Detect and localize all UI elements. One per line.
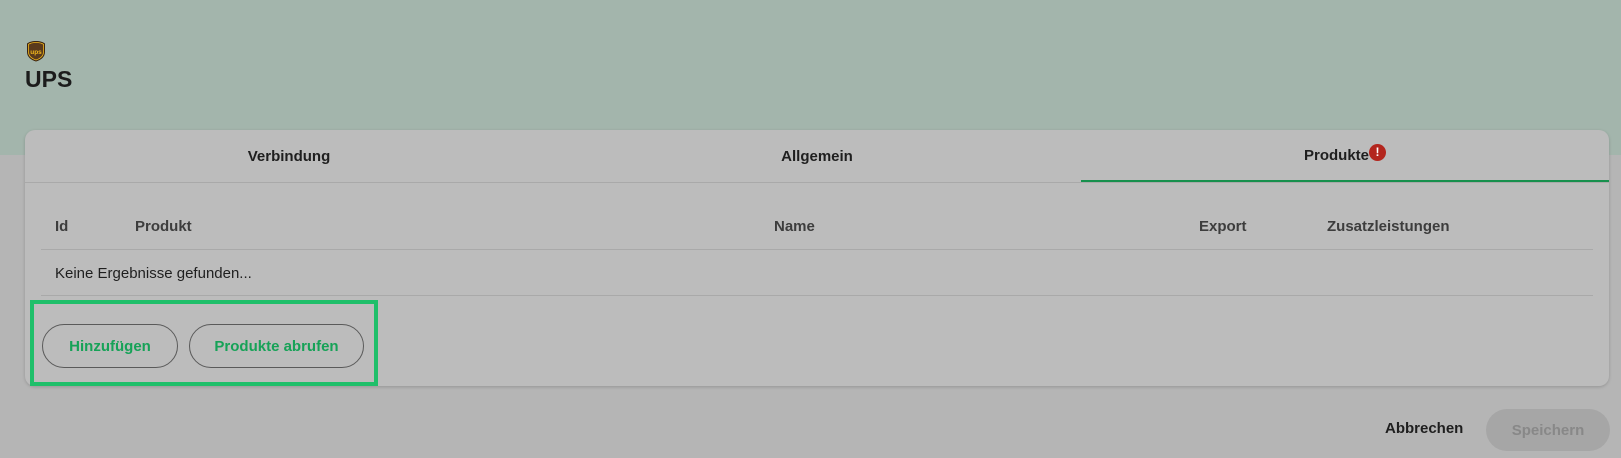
- tab-label: Produkte: [1303, 146, 1369, 164]
- column-header-export[interactable]: Export: [1199, 218, 1247, 235]
- page-title: UPS: [25, 66, 73, 92]
- column-header-name[interactable]: Name: [774, 218, 815, 235]
- tab-bar: Verbindung Allgemein Produkte !: [25, 130, 1609, 183]
- cancel-button[interactable]: Abbrechen: [1385, 420, 1463, 437]
- tab-label: Verbindung: [247, 147, 331, 165]
- add-button[interactable]: Hinzufügen: [42, 324, 178, 368]
- column-header-id[interactable]: Id: [55, 218, 68, 235]
- column-header-zusatzleistungen[interactable]: Zusatzleistungen: [1327, 218, 1450, 235]
- fetch-products-button[interactable]: Produkte abrufen: [189, 324, 364, 368]
- svg-text:ups: ups: [30, 49, 42, 56]
- ups-logo-icon: ups: [26, 40, 46, 62]
- column-header-produkt[interactable]: Produkt: [135, 218, 192, 235]
- tab-allgemein[interactable]: Allgemein: [553, 130, 1081, 182]
- tab-produkte[interactable]: Produkte !: [1081, 130, 1609, 182]
- alert-badge-icon: !: [1369, 143, 1386, 161]
- empty-message: Keine Ergebnisse gefunden...: [55, 265, 252, 282]
- empty-result-row: Keine Ergebnisse gefunden...: [41, 251, 1593, 296]
- save-button[interactable]: Speichern: [1486, 409, 1610, 451]
- page: ups UPS Verbindung Allgemein Produkte ! …: [0, 0, 1621, 458]
- tab-label: Allgemein: [781, 147, 853, 165]
- table-header: Id Produkt Name Export Zusatzleistungen: [41, 206, 1593, 250]
- tab-verbindung[interactable]: Verbindung: [25, 130, 553, 182]
